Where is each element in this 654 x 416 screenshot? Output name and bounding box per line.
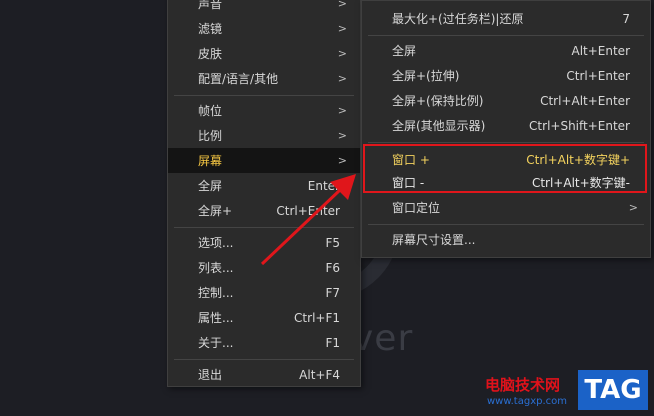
watermark-url: www.tagxp.com <box>487 396 567 407</box>
annotation-arrow-icon <box>260 174 356 266</box>
watermark-site-name: 电脑技术网 <box>485 376 561 394</box>
watermark-tag-logo: TAG <box>578 370 648 410</box>
